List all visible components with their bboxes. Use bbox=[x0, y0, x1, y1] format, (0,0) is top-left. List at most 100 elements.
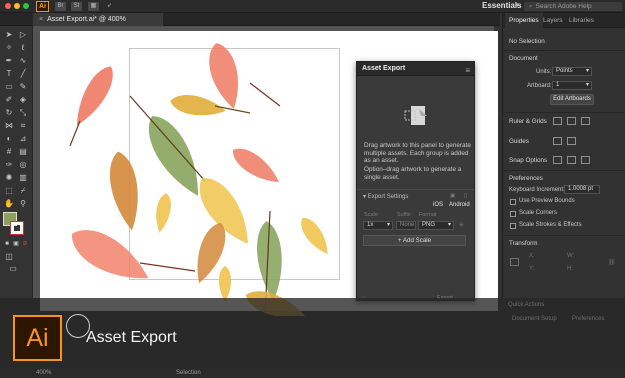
leaf-pink-bottom-left[interactable] bbox=[63, 219, 157, 293]
divider bbox=[503, 112, 625, 113]
tab-layers[interactable]: Layers bbox=[543, 13, 563, 28]
document-tab[interactable]: ×Asset Export.ai* @ 400% (CMYK/GPU Previ… bbox=[33, 13, 163, 36]
scale-strokes-effects-checkbox[interactable] bbox=[510, 223, 516, 229]
hand-tool-icon[interactable]: ✋ bbox=[4, 199, 14, 209]
paintbrush-tool-icon[interactable]: ✎ bbox=[18, 82, 28, 92]
edit-artboards-button[interactable]: Edit Artboards bbox=[550, 94, 594, 105]
slice-tool-icon[interactable]: ⌿ bbox=[18, 186, 28, 196]
no-selection-label: No Selection bbox=[509, 38, 545, 45]
leaf-gold-upper[interactable] bbox=[168, 91, 228, 121]
workspace-chevron-icon[interactable]: ▾ bbox=[516, 1, 520, 9]
blend-tool-icon[interactable]: ◎ bbox=[18, 160, 28, 170]
eyedropper-tool-icon[interactable]: ✑ bbox=[4, 160, 14, 170]
mesh-tool-icon[interactable]: # bbox=[4, 147, 14, 157]
curvature-tool-icon[interactable]: ∿ bbox=[18, 56, 28, 66]
leaf-orange-left[interactable] bbox=[105, 149, 145, 233]
suffix-input[interactable]: None bbox=[396, 221, 416, 230]
add-scale-button[interactable]: + Add Scale bbox=[363, 235, 466, 246]
ruler-icon[interactable] bbox=[553, 117, 562, 125]
rectangle-tool-icon[interactable]: ▭ bbox=[4, 82, 14, 92]
scale-select[interactable]: 1x ▾ bbox=[363, 221, 393, 230]
maximize-window-button[interactable] bbox=[23, 3, 29, 9]
leaf-yellow-right[interactable] bbox=[296, 213, 334, 259]
panel-menu-icon[interactable]: ≡ bbox=[465, 64, 470, 78]
w-field-label[interactable]: W: bbox=[567, 253, 574, 259]
document-setup-button[interactable]: Document Setup bbox=[512, 316, 557, 322]
h-field-label[interactable]: H: bbox=[567, 266, 573, 272]
width-tool-icon[interactable]: ⋈ bbox=[4, 121, 14, 131]
draw-mode-icon[interactable]: ◫ bbox=[4, 252, 14, 262]
show-guides-icon[interactable] bbox=[553, 137, 562, 145]
scale-tool-icon[interactable]: ⤡ bbox=[18, 108, 28, 118]
type-tool-icon[interactable]: T bbox=[4, 69, 14, 79]
constrain-proportions-icon[interactable]: ⛓ bbox=[608, 259, 616, 266]
minimize-window-button[interactable] bbox=[14, 3, 20, 9]
export-settings-expand-icon[interactable]: ▣ bbox=[450, 193, 455, 199]
format-select[interactable]: PNG ▾ bbox=[418, 221, 454, 230]
workspace-grid-icon[interactable]: ▦ bbox=[88, 2, 99, 11]
ios-preset-button[interactable]: iOS bbox=[433, 202, 443, 208]
lock-guides-icon[interactable] bbox=[567, 137, 576, 145]
export-settings-menu-icon[interactable]: ▯ bbox=[464, 193, 467, 199]
leaf-pink-right[interactable] bbox=[227, 142, 285, 190]
help-search-input[interactable]: ⌕ Search Adobe Help bbox=[524, 2, 622, 11]
tab-libraries[interactable]: Libraries bbox=[569, 13, 594, 28]
properties-panel: Properties Layers Libraries No Selection… bbox=[502, 13, 625, 298]
tab-properties[interactable]: Properties bbox=[505, 13, 543, 28]
shape-builder-tool-icon[interactable]: ◐ bbox=[4, 134, 14, 144]
snap-to-pixel-icon[interactable] bbox=[581, 156, 590, 164]
units-select[interactable]: Points ▾ bbox=[552, 67, 592, 76]
rotate-tool-icon[interactable]: ↻ bbox=[4, 108, 14, 118]
artboard-tool-icon[interactable]: ⬚ bbox=[4, 186, 14, 196]
magic-wand-tool-icon[interactable]: ✧ bbox=[4, 43, 14, 53]
close-window-button[interactable] bbox=[5, 3, 11, 9]
export-settings-toggle[interactable]: ▾ Export Settings bbox=[363, 193, 408, 200]
remove-scale-icon[interactable]: ⊖ bbox=[459, 222, 464, 228]
bridge-icon[interactable]: Br bbox=[55, 2, 66, 11]
symbol-sprayer-tool-icon[interactable]: ✺ bbox=[4, 173, 14, 183]
selection-tool-icon[interactable]: ➤ bbox=[4, 30, 14, 40]
eraser-tool-icon[interactable]: ◈ bbox=[18, 95, 28, 105]
use-preview-bounds-checkbox[interactable] bbox=[510, 199, 516, 205]
close-tab-icon[interactable]: × bbox=[39, 16, 43, 23]
zoom-level[interactable]: 400% bbox=[36, 368, 51, 378]
line-tool-icon[interactable]: ╱ bbox=[18, 69, 28, 79]
leaf-green-bottom[interactable] bbox=[254, 220, 286, 302]
perspective-grid-tool-icon[interactable]: ⊿ bbox=[18, 134, 28, 144]
none-mode-icon[interactable]: ⊘ bbox=[20, 239, 30, 249]
reference-point-icon[interactable] bbox=[510, 258, 519, 266]
keyboard-increment-input[interactable]: 1.0008 pt bbox=[564, 185, 600, 194]
preferences-button[interactable]: Preferences bbox=[572, 316, 604, 322]
scale-corners-checkbox[interactable] bbox=[510, 211, 516, 217]
column-graph-tool-icon[interactable]: ▥ bbox=[18, 173, 28, 183]
snap-to-grid-icon[interactable] bbox=[567, 156, 576, 164]
x-field-label[interactable]: X: bbox=[529, 253, 535, 259]
chevron-down-icon: ▾ bbox=[585, 68, 589, 74]
artboard-select[interactable]: 1 ▾ bbox=[552, 81, 592, 90]
transform-title: Transform bbox=[509, 240, 538, 247]
leaf-artwork[interactable] bbox=[40, 31, 370, 316]
leaf-yellow-bottom-center[interactable] bbox=[218, 266, 232, 302]
asset-export-panel-header[interactable]: Asset Export ≡ bbox=[357, 62, 474, 76]
snap-to-point-icon[interactable] bbox=[553, 156, 562, 164]
leaf-yellow-small[interactable] bbox=[152, 192, 174, 234]
shaper-tool-icon[interactable]: ✐ bbox=[4, 95, 14, 105]
free-transform-tool-icon[interactable]: ⌗ bbox=[18, 121, 28, 131]
android-preset-button[interactable]: Android bbox=[449, 202, 470, 208]
stroke-color-swatch[interactable] bbox=[10, 221, 24, 235]
grid-icon[interactable] bbox=[567, 117, 576, 125]
stock-icon[interactable]: St bbox=[71, 2, 82, 11]
y-field-label[interactable]: Y: bbox=[529, 266, 534, 272]
screen-mode-icon[interactable]: ▭ bbox=[8, 264, 18, 274]
pen-tool-icon[interactable]: ✒ bbox=[4, 56, 14, 66]
gpu-performance-icon[interactable]: ➶ bbox=[104, 2, 115, 11]
zoom-tool-icon[interactable]: ⚲ bbox=[18, 199, 28, 209]
gradient-tool-icon[interactable]: ▤ bbox=[18, 147, 28, 157]
preferences-title: Preferences bbox=[509, 175, 543, 182]
leaf-coral-left[interactable] bbox=[68, 61, 120, 131]
direct-selection-tool-icon[interactable]: ▷ bbox=[18, 30, 28, 40]
illustrator-logo: Ai bbox=[13, 315, 62, 361]
lasso-tool-icon[interactable]: ℓ bbox=[18, 43, 28, 53]
banner-title: Asset Export bbox=[86, 329, 177, 346]
pixel-grid-icon[interactable] bbox=[581, 117, 590, 125]
